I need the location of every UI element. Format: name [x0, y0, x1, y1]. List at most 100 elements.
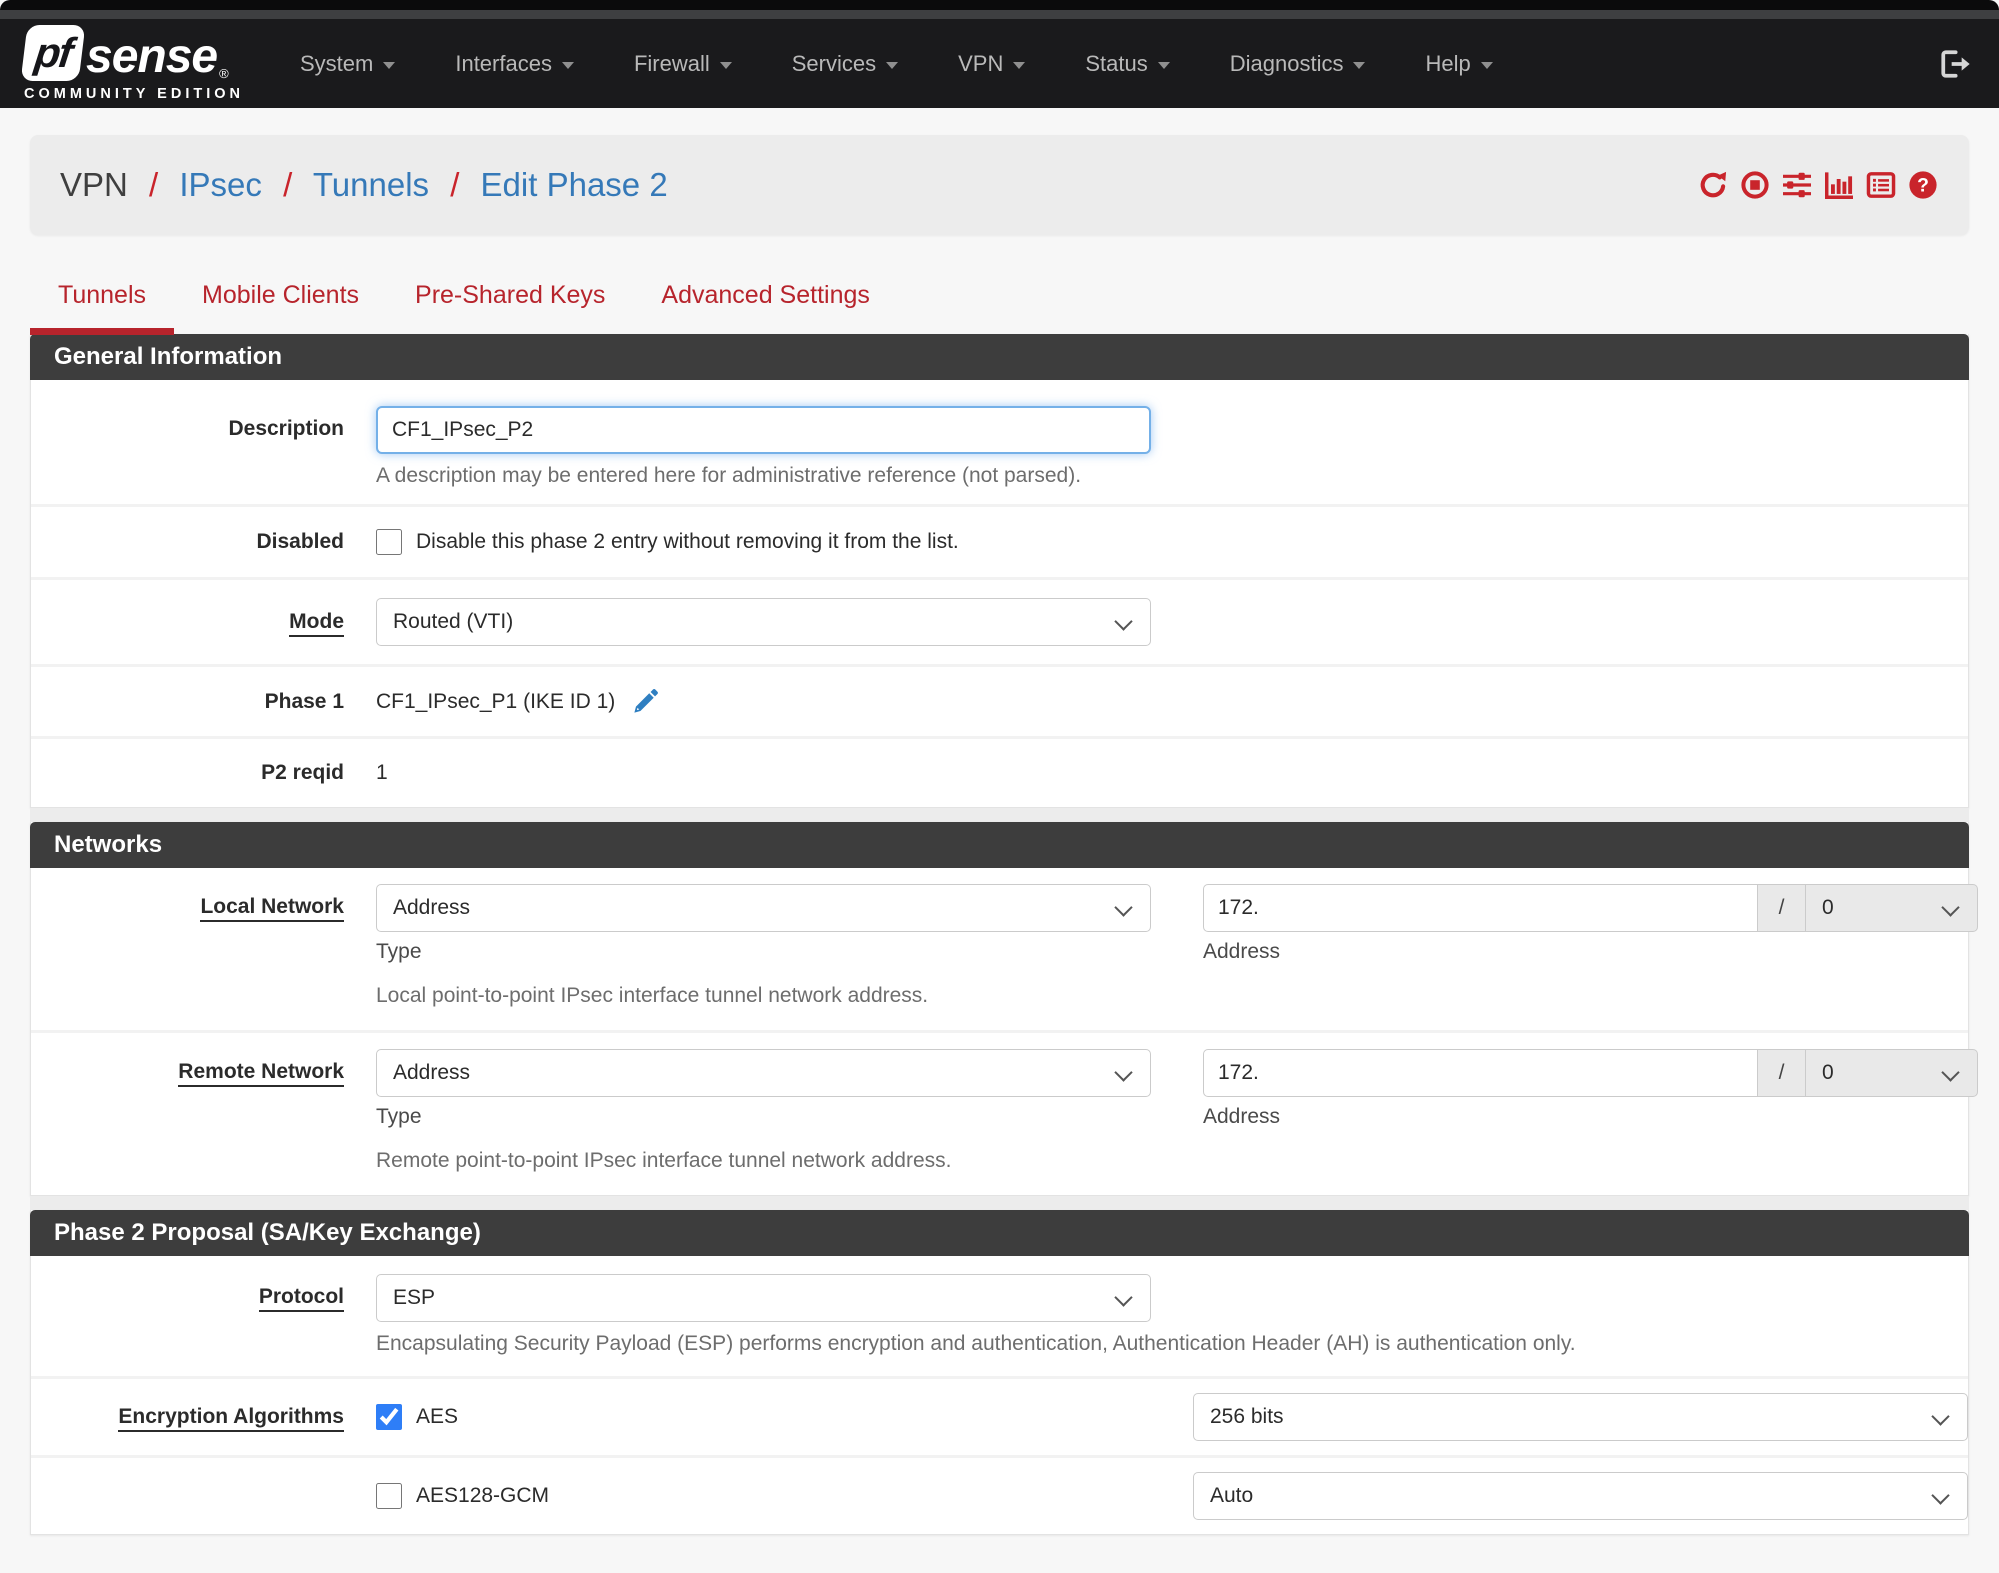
- menu-status[interactable]: Status: [1055, 51, 1199, 77]
- remote-network-type-select[interactable]: Address: [376, 1049, 1151, 1097]
- chevron-down-icon: [886, 61, 899, 69]
- encryption-row-aes128gcm: AES128-GCM Auto: [31, 1458, 1968, 1534]
- breadcrumb-separator: /: [283, 166, 293, 203]
- description-help: A description may be entered here for ad…: [376, 464, 1082, 487]
- phase1-value: CF1_IPsec_P1 (IKE ID 1): [376, 689, 616, 713]
- protocol-label: Protocol: [258, 1285, 344, 1312]
- breadcrumb-link-edit-phase-2[interactable]: Edit Phase 2: [481, 166, 668, 203]
- log-icon[interactable]: [1865, 169, 1897, 201]
- pf-logo-box: pf: [20, 25, 86, 81]
- encryption-row-aes: Encryption Algorithms AES 256 bits: [31, 1379, 1968, 1458]
- section-gap: [30, 808, 1969, 823]
- breadcrumb-root: VPN: [60, 166, 128, 203]
- aes128gcm-keylen-select[interactable]: Auto: [1193, 1472, 1968, 1520]
- mode-select[interactable]: Routed (VTI): [376, 598, 1151, 646]
- p2reqid-row: P2 reqid 1: [31, 739, 1968, 807]
- aes-checkbox[interactable]: [376, 1404, 402, 1430]
- menu-help[interactable]: Help: [1395, 51, 1522, 77]
- description-input[interactable]: [376, 406, 1151, 454]
- chart-bar-icon[interactable]: [1823, 169, 1855, 201]
- sliders-icon[interactable]: [1781, 169, 1813, 201]
- mode-label: Mode: [289, 610, 344, 637]
- type-caption: Type: [376, 940, 422, 963]
- logo-sense-text: sense: [86, 30, 218, 83]
- section-title: Phase 2 Proposal (SA/Key Exchange): [30, 1210, 1969, 1256]
- menu-system[interactable]: System: [270, 51, 425, 77]
- description-label: Description: [228, 417, 344, 440]
- disabled-checkbox-label: Disable this phase 2 entry without remov…: [416, 530, 959, 553]
- chevron-down-icon: [1480, 61, 1493, 69]
- breadcrumb-separator: /: [450, 166, 460, 203]
- breadcrumb-link-ipsec[interactable]: IPsec: [179, 166, 262, 203]
- svg-text:?: ?: [1917, 176, 1929, 197]
- help-icon[interactable]: ?: [1907, 169, 1939, 201]
- mode-row: Mode Routed (VTI): [31, 580, 1968, 667]
- encryption-algorithms-label: Encryption Algorithms: [118, 1405, 344, 1432]
- menu-services[interactable]: Services: [762, 51, 928, 77]
- tab-bar: Tunnels Mobile Clients Pre-Shared Keys A…: [30, 271, 1969, 335]
- menu-vpn[interactable]: VPN: [928, 51, 1055, 77]
- mask-separator: /: [1758, 1049, 1806, 1097]
- menu-diagnostics[interactable]: Diagnostics: [1200, 51, 1396, 77]
- protocol-select[interactable]: ESP: [376, 1274, 1151, 1322]
- aes-checkbox-label: AES: [416, 1405, 459, 1428]
- page-action-icons: ?: [1697, 169, 1939, 201]
- local-network-help: Local point-to-point IPsec interface tun…: [376, 984, 929, 1007]
- networks-section: Networks Local Network Address / 0 Type …: [30, 822, 1978, 1196]
- local-network-label: Local Network: [200, 895, 344, 922]
- chevron-down-icon: [1353, 61, 1366, 69]
- logo-edition-text: COMMUNITY EDITION: [24, 86, 244, 102]
- remote-network-mask-select[interactable]: 0: [1806, 1049, 1978, 1097]
- logout-icon[interactable]: [1939, 48, 1971, 80]
- main-menu: System Interfaces Firewall Services VPN …: [270, 51, 1523, 77]
- general-information-section: General Information Description A descri…: [30, 334, 1969, 808]
- address-caption: Address: [1203, 1105, 1281, 1128]
- menu-interfaces[interactable]: Interfaces: [425, 51, 604, 77]
- local-network-address-input[interactable]: [1203, 884, 1758, 932]
- p2reqid-label: P2 reqid: [261, 761, 344, 784]
- section-title: Networks: [30, 822, 1969, 868]
- remote-network-address-input[interactable]: [1203, 1049, 1758, 1097]
- phase1-label: Phase 1: [264, 689, 344, 713]
- phase2-proposal-section: Phase 2 Proposal (SA/Key Exchange) Proto…: [30, 1210, 1969, 1535]
- local-network-row: Local Network Address / 0 Type Address L…: [31, 868, 1978, 1033]
- chevron-down-icon: [383, 61, 396, 69]
- mask-separator: /: [1758, 884, 1806, 932]
- phase1-row: Phase 1 CF1_IPsec_P1 (IKE ID 1): [31, 667, 1968, 739]
- breadcrumb-link-tunnels[interactable]: Tunnels: [313, 166, 429, 203]
- window-strip: [0, 10, 1999, 19]
- section-gap: [30, 1196, 1969, 1211]
- breadcrumb: VPN / IPsec / Tunnels / Edit Phase 2: [60, 166, 668, 204]
- disabled-checkbox[interactable]: [376, 529, 402, 555]
- aes-keylen-select[interactable]: 256 bits: [1193, 1393, 1968, 1441]
- tab-pre-shared-keys[interactable]: Pre-Shared Keys: [387, 271, 633, 335]
- breadcrumb-panel: VPN / IPsec / Tunnels / Edit Phase 2 ?: [30, 135, 1969, 235]
- type-caption: Type: [376, 1105, 422, 1128]
- pencil-icon[interactable]: [631, 687, 660, 716]
- description-row: Description A description may be entered…: [31, 380, 1968, 507]
- remote-network-help: Remote point-to-point IPsec interface tu…: [376, 1149, 952, 1172]
- stop-circle-icon[interactable]: [1739, 169, 1771, 201]
- chevron-down-icon: [719, 61, 732, 69]
- local-network-mask-select[interactable]: 0: [1806, 884, 1978, 932]
- refresh-icon[interactable]: [1697, 169, 1729, 201]
- top-navbar: pf sense ® COMMUNITY EDITION System Inte…: [0, 19, 1999, 108]
- address-caption: Address: [1203, 940, 1281, 963]
- window-top-bar: [0, 0, 1999, 10]
- tab-mobile-clients[interactable]: Mobile Clients: [174, 271, 387, 335]
- disabled-row: Disabled Disable this phase 2 entry with…: [31, 507, 1968, 580]
- section-title: General Information: [30, 334, 1969, 380]
- protocol-row: Protocol ESP Encapsulating Security Payl…: [31, 1256, 1968, 1379]
- disabled-label: Disabled: [256, 530, 344, 553]
- logo-registered-mark: ®: [219, 66, 229, 81]
- breadcrumb-separator: /: [149, 166, 159, 203]
- remote-network-row: Remote Network Address / 0 Type Address …: [31, 1033, 1978, 1195]
- chevron-down-icon: [1013, 61, 1026, 69]
- menu-firewall[interactable]: Firewall: [604, 51, 762, 77]
- local-network-type-select[interactable]: Address: [376, 884, 1151, 932]
- tab-advanced-settings[interactable]: Advanced Settings: [633, 271, 897, 335]
- aes128gcm-checkbox[interactable]: [376, 1483, 402, 1509]
- chevron-down-icon: [1157, 61, 1170, 69]
- tab-tunnels[interactable]: Tunnels: [30, 271, 175, 335]
- pfsense-logo[interactable]: pf sense ® COMMUNITY EDITION: [20, 25, 244, 102]
